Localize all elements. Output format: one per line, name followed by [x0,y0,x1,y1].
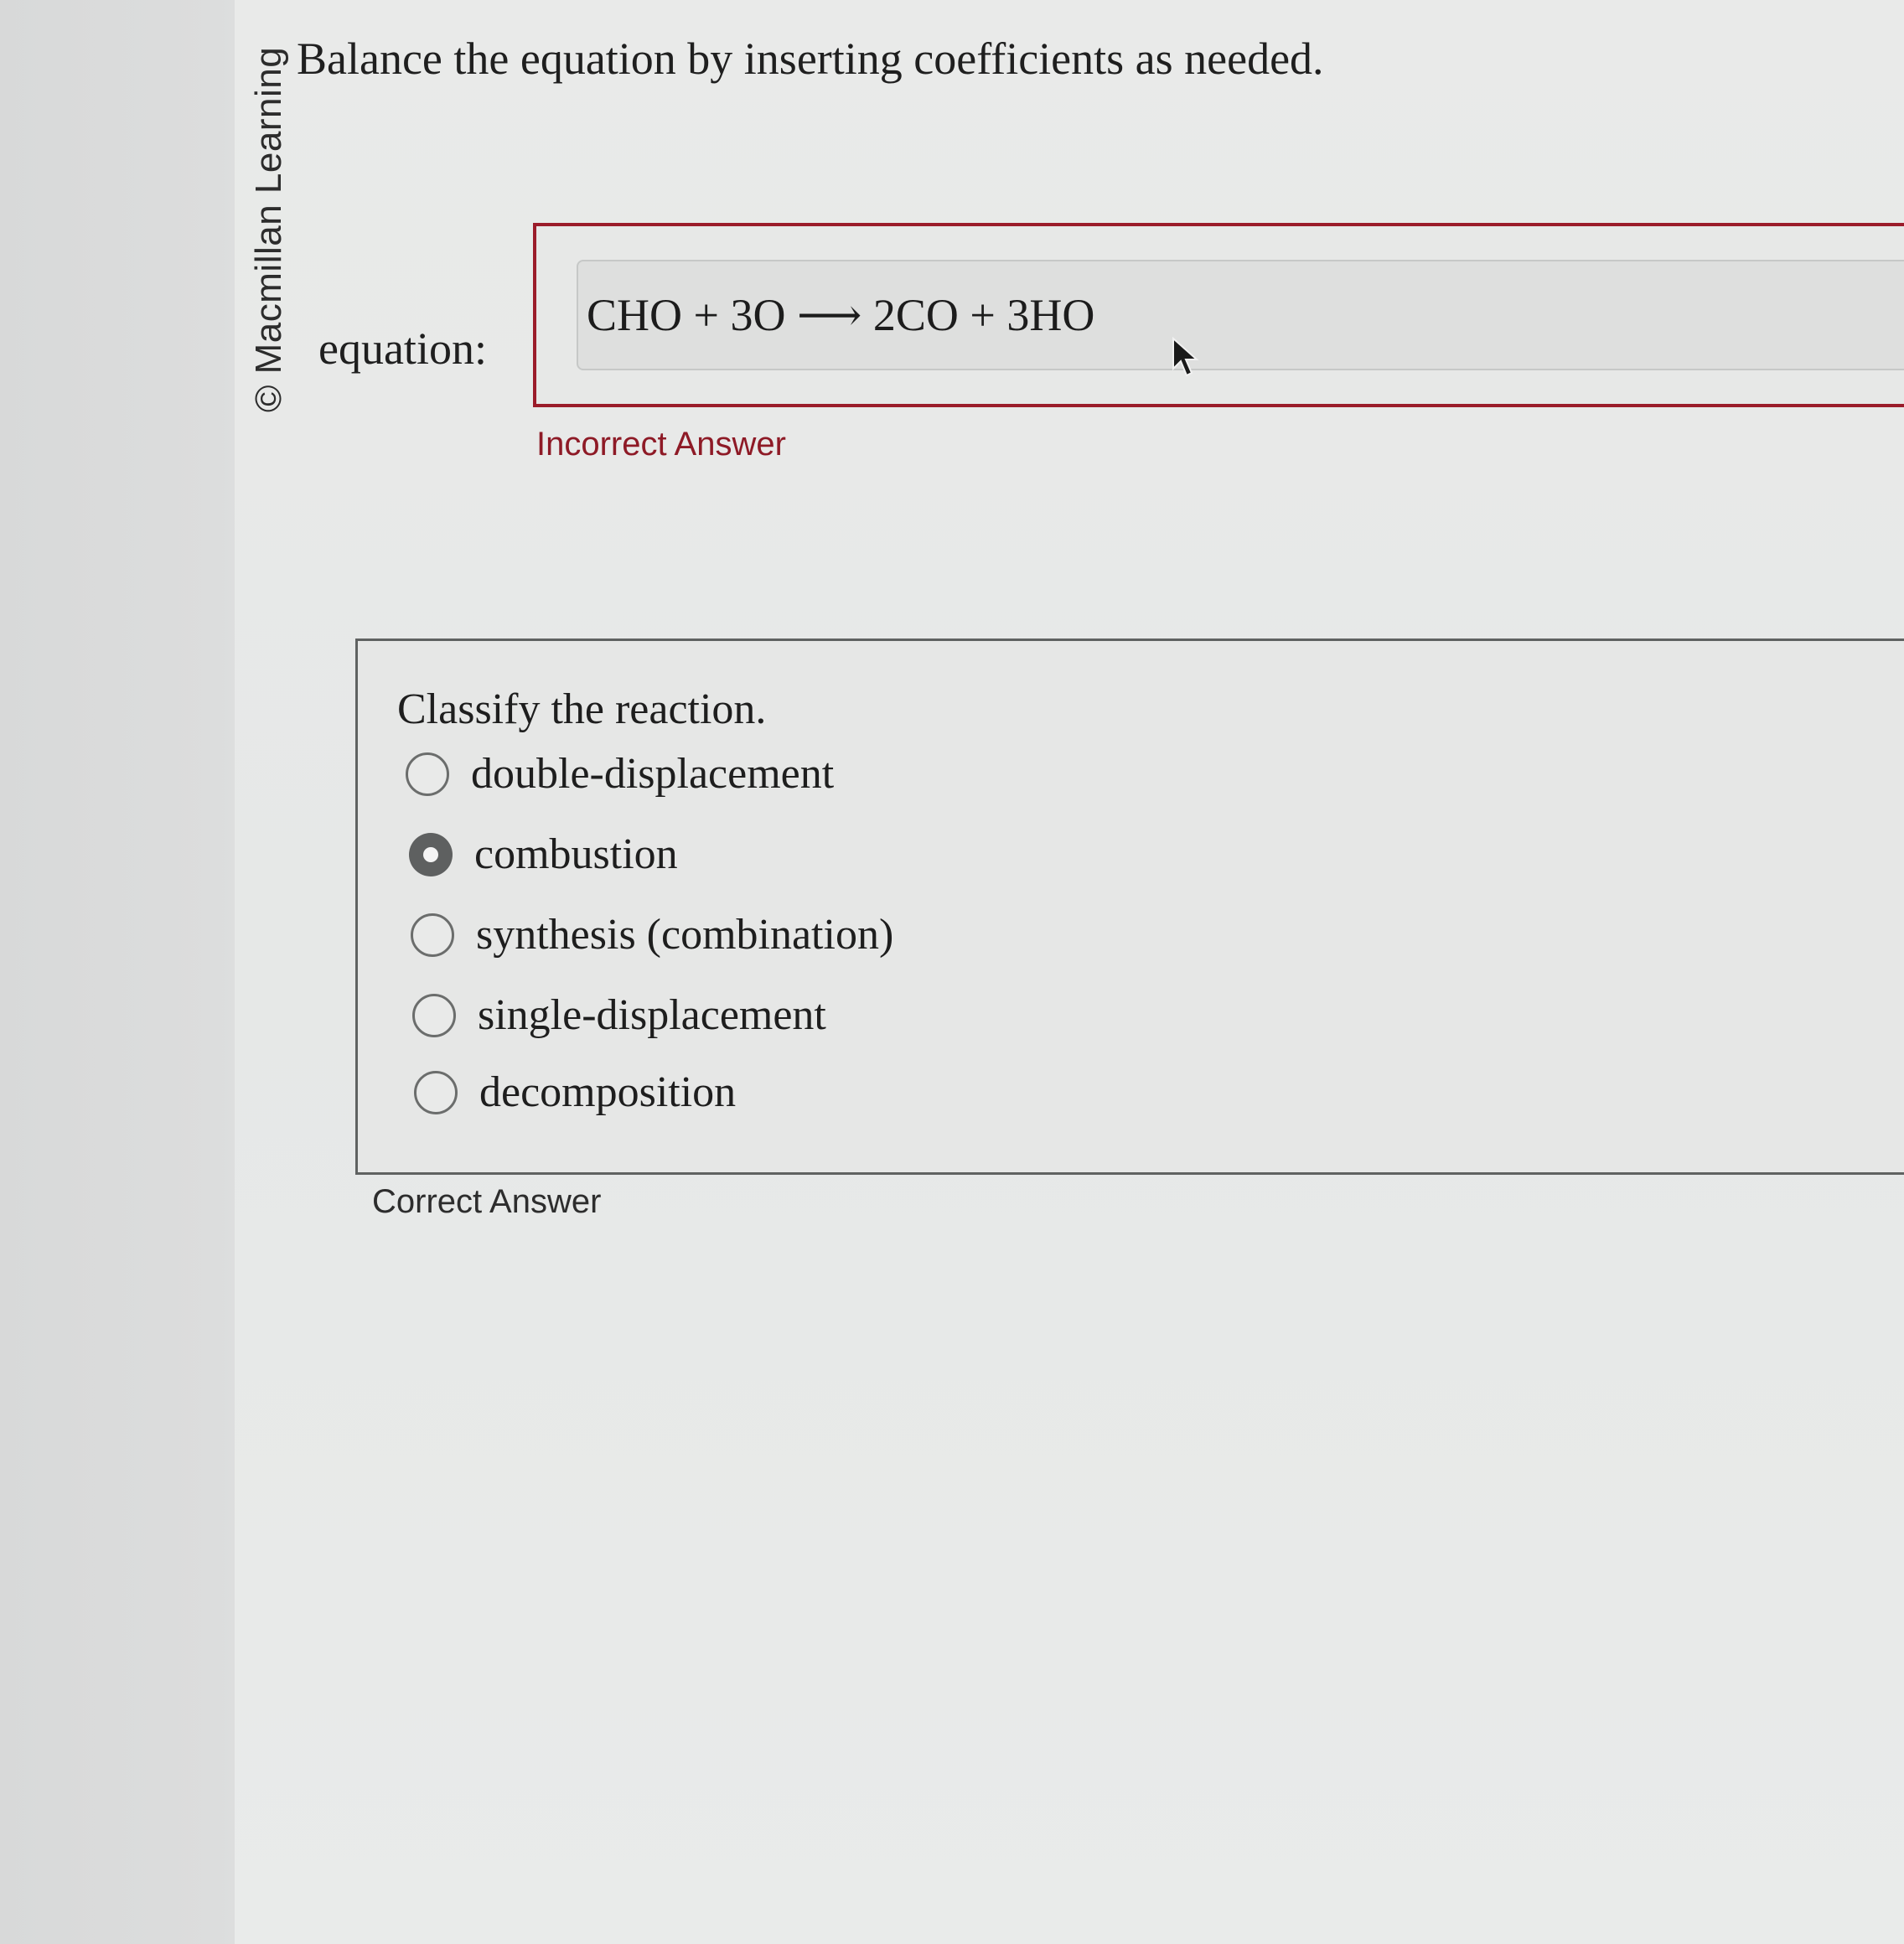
equation-label: equation: [318,323,487,374]
option-combustion[interactable]: combustion [409,821,678,888]
option-single-displacement[interactable]: single-displacement [412,982,826,1049]
option-label[interactable]: single-displacement [478,986,826,1045]
option-double-displacement[interactable]: double-displacement [406,741,834,808]
option-label[interactable]: synthesis (combination) [476,906,893,964]
radio-button-icon[interactable] [412,994,456,1037]
option-synthesis[interactable]: synthesis (combination) [411,902,893,969]
option-label[interactable]: double-displacement [471,745,834,804]
classify-title: Classify the reaction. [397,685,767,733]
radio-button-icon[interactable] [406,752,449,796]
option-decomposition[interactable]: decomposition [414,1059,736,1126]
copyright-watermark: © Macmillan Learning [248,46,289,412]
incorrect-answer-label: Incorrect Answer [536,426,786,463]
question-title: Balance the equation by inserting coeffi… [297,34,1324,84]
radio-button-selected-icon[interactable] [409,833,453,876]
mouse-pointer-icon [1172,337,1199,377]
correct-answer-label: Correct Answer [372,1183,602,1220]
radio-button-icon[interactable] [411,913,454,957]
equation-input-value[interactable]: CHO + 3O ⟶ 2CO + 3HO [587,285,1094,345]
option-label[interactable]: combustion [474,825,678,884]
option-label[interactable]: decomposition [479,1063,736,1122]
radio-button-icon[interactable] [414,1071,458,1114]
